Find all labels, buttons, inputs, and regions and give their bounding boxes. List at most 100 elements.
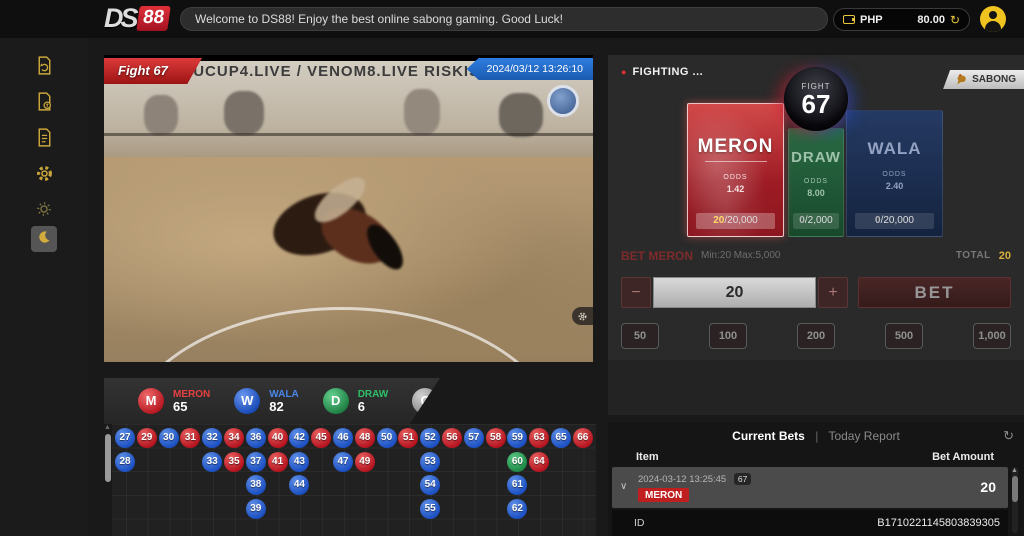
result-circle: 61 xyxy=(507,475,527,495)
summary-wala: W WALA 82 xyxy=(234,388,298,414)
result-circle: 46 xyxy=(333,428,353,448)
bet-button[interactable]: BET xyxy=(858,277,1011,308)
bet-amount: 20 xyxy=(980,467,996,508)
summary-count: 4 xyxy=(447,401,489,413)
tab-current-bets[interactable]: Current Bets xyxy=(732,429,805,443)
result-circle: 65 xyxy=(551,428,571,448)
result-circle: 44 xyxy=(289,475,309,495)
result-circle: 53 xyxy=(420,452,440,472)
bet-record-icon xyxy=(34,55,55,81)
bets-scroll-thumb[interactable] xyxy=(1012,476,1018,502)
summary-meron: M MERON 65 xyxy=(138,388,210,414)
result-circle: 48 xyxy=(355,428,375,448)
draw-bet-card[interactable]: DRAW ODDS 8.00 0/2,000 xyxy=(788,128,844,237)
light-mode-toggle[interactable] xyxy=(31,198,57,224)
sidebar-item-settings[interactable] xyxy=(30,162,58,190)
result-circle: 49 xyxy=(355,452,375,472)
wallet-balance: 80.00 xyxy=(917,14,945,26)
meron-circle-icon: M xyxy=(138,388,164,414)
summary-count: 6 xyxy=(358,401,389,413)
result-circle: 62 xyxy=(507,499,527,519)
chip-50[interactable]: 50 xyxy=(621,323,659,349)
wallet-icon xyxy=(843,15,855,24)
bets-column-headers: Item Bet Amount xyxy=(636,451,994,463)
bets-refresh-icon[interactable]: ↻ xyxy=(1003,428,1014,444)
cancel-circle-icon: C xyxy=(412,388,438,414)
balance-refresh-icon[interactable]: ↻ xyxy=(950,14,960,26)
result-circle: 39 xyxy=(246,499,266,519)
result-circle: 59 xyxy=(507,428,527,448)
result-circle: 63 xyxy=(529,428,549,448)
result-circle: 56 xyxy=(442,428,462,448)
chip-500[interactable]: 500 xyxy=(885,323,923,349)
wala-odds: 2.40 xyxy=(886,181,904,191)
decrease-bet-button[interactable]: − xyxy=(621,277,651,308)
result-circle: 37 xyxy=(246,452,266,472)
sidebar-item-transaction-record[interactable] xyxy=(30,90,58,118)
result-circle: 32 xyxy=(202,428,222,448)
dark-mode-toggle[interactable] xyxy=(31,226,57,252)
result-circle: 34 xyxy=(224,428,244,448)
bet-amount-input[interactable] xyxy=(653,277,816,308)
summary-draw: D DRAW 6 xyxy=(323,388,389,414)
grid-scrollbar[interactable]: ▲ xyxy=(104,424,112,536)
summary-label: CANCEL xyxy=(447,389,489,401)
tab-today-report[interactable]: Today Report xyxy=(828,429,899,443)
live-video-player[interactable]: UCUP4.LIVE / VENOM8.LIVE RISKISAN Fight … xyxy=(104,55,593,362)
wallet-pill[interactable]: PHP 80.00 ↻ xyxy=(833,8,970,31)
col-item: Item xyxy=(636,451,659,463)
chip-100[interactable]: 100 xyxy=(709,323,747,349)
wala-bet-card[interactable]: WALA ODDS 2.40 0/20,000 xyxy=(846,110,943,237)
result-circle: 28 xyxy=(115,452,135,472)
rules-icon xyxy=(34,127,55,153)
app-root: DS 88 Welcome to DS88! Enjoy the best on… xyxy=(0,0,1024,536)
bets-scrollbar[interactable]: ▲ xyxy=(1012,467,1018,533)
bet-fight-number: 67 xyxy=(734,473,751,485)
logo-ds-text: DS xyxy=(104,3,136,34)
sidebar-item-rules[interactable] xyxy=(30,126,58,154)
status-dot-icon: ● xyxy=(621,67,626,77)
col-bet-amount: Bet Amount xyxy=(932,451,994,463)
stream-timestamp: 2024/03/12 13:26:10 xyxy=(467,58,593,80)
quick-chip-row: 50 100 200 500 1,000 xyxy=(621,323,1011,349)
bet-side-badge: MERON xyxy=(638,488,689,502)
result-circle: 50 xyxy=(377,428,397,448)
current-bets-panel: Current Bets | Today Report ↻ Item Bet A… xyxy=(608,422,1024,536)
id-label: ID xyxy=(634,510,645,536)
result-circle: 54 xyxy=(420,475,440,495)
wala-circle-icon: W xyxy=(234,388,260,414)
result-circle: 58 xyxy=(486,428,506,448)
scroll-up-icon[interactable]: ▲ xyxy=(104,424,111,431)
increase-bet-button[interactable]: + xyxy=(818,277,848,308)
moon-icon xyxy=(36,229,52,250)
result-circle: 41 xyxy=(268,452,288,472)
sidebar-item-bet-record[interactable] xyxy=(30,54,58,82)
transaction-record-icon xyxy=(34,91,55,117)
bet-row[interactable]: ∨ 2024-03-12 13:25:45 67 MERON 20 xyxy=(612,467,1008,508)
grid-scroll-thumb[interactable] xyxy=(105,434,111,482)
left-sidebar xyxy=(0,38,88,536)
result-circle: 64 xyxy=(529,452,549,472)
results-summary-bar: M MERON 65 W WALA 82 D DRAW 6 C CANCEL xyxy=(104,378,440,424)
summary-cancel: C CANCEL 4 xyxy=(412,388,489,414)
logo-88-text: 88 xyxy=(136,6,171,31)
scroll-up-icon[interactable]: ▲ xyxy=(1011,467,1018,474)
meron-bet-card[interactable]: MERON ODDS 1.42 20/20,000 xyxy=(687,103,784,237)
result-circle: 38 xyxy=(246,475,266,495)
bet-id-row: ID B1710221145803839305 xyxy=(612,510,1008,536)
wallet-currency: PHP xyxy=(860,14,883,26)
chevron-down-icon[interactable]: ∨ xyxy=(620,481,627,492)
chip-1000[interactable]: 1,000 xyxy=(973,323,1011,349)
ds88-logo[interactable]: DS 88 xyxy=(104,3,169,34)
result-circle: 30 xyxy=(159,428,179,448)
results-history-grid: ▲ 27293031323436404245464850515256575859… xyxy=(104,424,596,536)
video-quality-button[interactable] xyxy=(572,307,593,325)
fight-number-badge: Fight 67 xyxy=(104,58,202,84)
result-circle: 60 xyxy=(507,452,527,472)
bet-time: 2024-03-12 13:25:45 xyxy=(638,474,726,485)
result-circle: 35 xyxy=(224,452,244,472)
result-circle: 52 xyxy=(420,428,440,448)
avatar[interactable] xyxy=(980,6,1006,32)
chip-200[interactable]: 200 xyxy=(797,323,835,349)
result-circle: 51 xyxy=(398,428,418,448)
